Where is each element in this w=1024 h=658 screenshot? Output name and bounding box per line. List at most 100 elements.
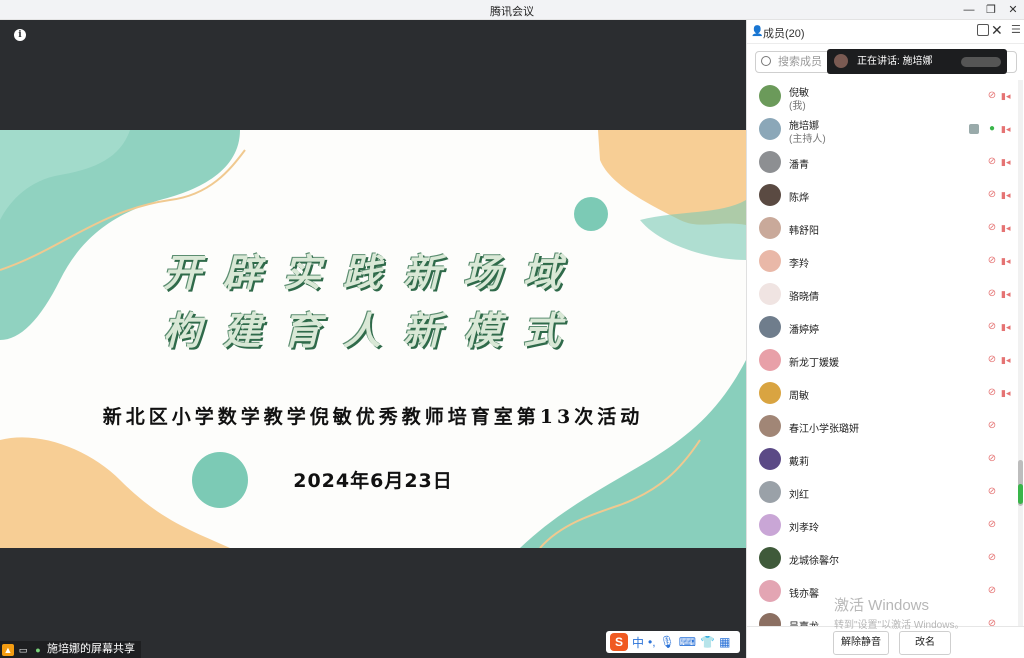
member-avatar [759, 382, 781, 404]
members-title: 成员(20) [763, 28, 805, 40]
member-name: 潘青 [789, 160, 809, 171]
member-list-scrollbar[interactable] [1018, 80, 1023, 626]
close-panel-icon[interactable]: ✕ [991, 22, 1003, 39]
more-menu-icon[interactable]: ☰ [1011, 23, 1023, 36]
user-icon: ▲ [2, 643, 14, 656]
microphone-muted-icon[interactable]: ⊘ [987, 288, 997, 300]
rename-button[interactable]: 改名 [899, 631, 951, 655]
screen-share-indicator[interactable]: ▲ ▭ ● 施培娜的屏幕共享 [0, 641, 141, 658]
member-row[interactable]: 骆晓倩 ⊘ ▮◂ [747, 278, 1017, 311]
camera-off-icon[interactable]: ▮◂ [1001, 223, 1013, 233]
member-name: 钱亦馨 [789, 589, 819, 600]
microphone-muted-icon[interactable]: ⊘ [987, 387, 997, 399]
member-name: 韩舒阳 [789, 226, 819, 237]
speaking-level [961, 57, 1001, 67]
ime-punctuation[interactable]: •, [648, 635, 656, 649]
member-row[interactable]: 刘红 ⊘ [747, 476, 1017, 509]
close-window-button[interactable]: ✕ [1002, 2, 1024, 18]
microphone-muted-icon[interactable]: ⊘ [987, 321, 997, 333]
member-avatar [759, 316, 781, 338]
activation-title: 激活 Windows [834, 597, 930, 614]
member-row[interactable]: 新龙丁媛媛 ⊘ ▮◂ [747, 344, 1017, 377]
camera-off-icon[interactable]: ▮◂ [1001, 190, 1013, 200]
ime-toolbox-icon[interactable]: ▦ [719, 635, 730, 649]
camera-off-icon[interactable]: ▮◂ [1001, 322, 1013, 332]
ime-skin-icon[interactable]: 👕 [700, 635, 715, 649]
member-row[interactable]: 倪敏 (我) ⊘ ▮◂ [747, 80, 1017, 113]
member-avatar [759, 448, 781, 470]
microphone-icon: ● [35, 644, 41, 655]
camera-off-icon[interactable]: ▮◂ [1001, 355, 1013, 365]
member-row[interactable]: 戴莉 ⊘ [747, 443, 1017, 476]
camera-off-icon[interactable]: ▮◂ [1001, 256, 1013, 266]
member-row[interactable]: 周敏 ⊘ ▮◂ [747, 377, 1017, 410]
ime-keyboard-icon[interactable]: ⌨ [679, 635, 696, 649]
microphone-muted-icon[interactable]: ⊘ [987, 420, 997, 432]
slide-heading-line-2: 构建育人新模式 [162, 308, 583, 353]
member-list[interactable]: 倪敏 (我) ⊘ ▮◂ 施培娜 (主持人) ● ▮◂ 潘青 ⊘ ▮◂ 陈烨 ⊘ ▮◂ 韩舒阳 ⊘ ▮◂ 李羚 ⊘ ▮◂… [747, 80, 1017, 626]
member-name: 吴嘉龙 [789, 618, 819, 626]
ime-toolbar[interactable]: S 中 •, 🎙 ⌨ 👕 ▦ [606, 631, 740, 653]
member-avatar [759, 514, 781, 536]
microphone-muted-icon[interactable]: ⊘ [987, 486, 997, 498]
info-icon[interactable]: i [14, 29, 26, 41]
member-row[interactable]: 施培娜 (主持人) ● ▮◂ [747, 113, 1017, 146]
activation-hint: 转到"设置"以激活 Windows。 [834, 620, 965, 631]
member-avatar [759, 283, 781, 305]
member-row[interactable]: 春江小学张璐妍 ⊘ [747, 410, 1017, 443]
microphone-muted-icon[interactable]: ⊘ [987, 519, 997, 531]
member-row[interactable]: 潘婷婷 ⊘ ▮◂ [747, 311, 1017, 344]
screen-icon: ▭ [18, 644, 28, 655]
camera-off-icon[interactable]: ▮◂ [1001, 91, 1013, 101]
camera-off-icon[interactable]: ▮◂ [1001, 157, 1013, 167]
microphone-muted-icon[interactable]: ⊘ [987, 552, 997, 564]
window-title: 腾讯会议 [490, 6, 534, 18]
slide-date: 2024年6月23日 [293, 470, 453, 492]
unmute-all-button[interactable]: 解除静音 [833, 631, 889, 655]
member-name: 周敏 [789, 391, 809, 402]
member-row[interactable]: 刘孝玲 ⊘ [747, 509, 1017, 542]
microphone-muted-icon[interactable]: ● [987, 123, 997, 135]
member-avatar [759, 217, 781, 239]
microphone-muted-icon[interactable]: ⊘ [987, 90, 997, 102]
sogou-logo-icon: S [610, 633, 628, 651]
speaking-indicator: 正在讲话: 施培娜 [827, 49, 1007, 74]
member-row[interactable]: 韩舒阳 ⊘ ▮◂ [747, 212, 1017, 245]
member-row[interactable]: 李羚 ⊘ ▮◂ [747, 245, 1017, 278]
member-avatar [759, 250, 781, 272]
microphone-muted-icon[interactable]: ⊘ [987, 354, 997, 366]
minimize-button[interactable]: — [958, 2, 980, 18]
ime-mode[interactable]: 中 [632, 634, 644, 651]
microphone-muted-icon[interactable]: ⊘ [987, 189, 997, 201]
camera-off-icon[interactable]: ▮◂ [1001, 289, 1013, 299]
member-name: 春江小学张璐妍 [789, 424, 859, 435]
member-search-placeholder: 搜索成员 [778, 56, 822, 68]
member-name: 龙城徐馨尔 [789, 556, 839, 567]
member-avatar [759, 547, 781, 569]
members-panel-header: 👤 成员(20) ✕ ☰ [747, 20, 1024, 44]
windows-activation-watermark: 激活 Windows 转到"设置"以激活 Windows。 [834, 594, 1024, 631]
member-avatar [759, 85, 781, 107]
search-icon [761, 56, 771, 66]
restore-button[interactable]: ❐ [980, 2, 1002, 18]
member-name: 李羚 [789, 259, 809, 270]
members-panel: 👤 成员(20) ✕ ☰ 搜索成员 正在讲话: 施培娜 倪敏 (我) ⊘ ▮◂ 施培娜(… [746, 20, 1024, 658]
member-name: 骆晓倩 [789, 292, 819, 303]
microphone-muted-icon[interactable]: ⊘ [987, 156, 997, 168]
microphone-muted-icon[interactable]: ⊘ [987, 453, 997, 465]
audio-level-indicator [1018, 484, 1023, 504]
member-row[interactable]: 潘青 ⊘ ▮◂ [747, 146, 1017, 179]
camera-off-icon[interactable]: ▮◂ [1001, 388, 1013, 398]
member-avatar [759, 481, 781, 503]
member-name: 戴莉 [789, 457, 809, 468]
popout-icon[interactable] [977, 24, 989, 36]
camera-off-icon[interactable]: ▮◂ [1001, 124, 1013, 134]
microphone-muted-icon[interactable]: ⊘ [987, 222, 997, 234]
member-role: (主持人) [789, 134, 826, 145]
member-row[interactable]: 陈烨 ⊘ ▮◂ [747, 179, 1017, 212]
member-row[interactable]: 龙城徐馨尔 ⊘ [747, 542, 1017, 575]
ime-voice-icon[interactable]: 🎙 [660, 635, 675, 649]
microphone-muted-icon[interactable]: ⊘ [987, 255, 997, 267]
member-avatar [759, 415, 781, 437]
member-avatar [759, 184, 781, 206]
